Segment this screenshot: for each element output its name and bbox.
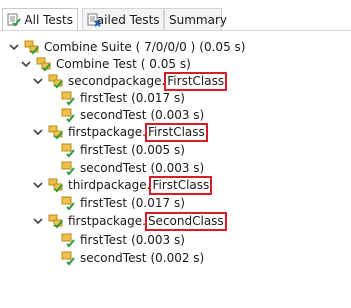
tab-summary[interactable]: Summary (164, 8, 227, 30)
tree-row-class[interactable]: firstpackage. SecondClass (32, 211, 227, 231)
tree-row-method[interactable]: firstTest (0.003 s) (60, 231, 185, 249)
class-pass-icon (48, 73, 64, 89)
method-time: (0.017 s) (131, 91, 185, 105)
method-name: firstTest (80, 233, 128, 247)
method-pass-icon (60, 107, 76, 123)
chevron-down-icon[interactable] (32, 75, 44, 87)
tab-label: All Tests (24, 13, 73, 27)
class-pass-icon (48, 177, 64, 193)
suite-time: (0.05 s) (199, 40, 246, 54)
tree-row-method[interactable]: firstTest (0.005 s) (60, 141, 185, 159)
test-results-tree: Combine Suite ( 7/0/0/0 ) (0.05 s) Combi… (0, 31, 351, 308)
tab-label: Failed Tests (91, 12, 160, 27)
method-time: (0.005 s) (131, 143, 185, 157)
chevron-down-icon[interactable] (32, 126, 44, 138)
tree-row-class[interactable]: firstpackage. FirstClass (32, 122, 208, 142)
class-package: firstpackage. (68, 125, 146, 139)
chevron-down-icon[interactable] (20, 58, 32, 70)
chevron-down-icon[interactable] (32, 179, 44, 191)
method-time: (0.017 s) (131, 196, 185, 210)
method-pass-icon (60, 160, 76, 176)
test-label: Combine Test (56, 57, 137, 71)
method-name: firstTest (80, 143, 128, 157)
class-pass-icon (48, 213, 64, 229)
chevron-down-icon[interactable] (32, 215, 44, 227)
class-name-highlight: SecondClass (144, 211, 227, 231)
method-name: secondTest (80, 251, 147, 265)
method-time: (0.003 s) (150, 161, 205, 175)
method-pass-icon (60, 232, 76, 248)
suite-pass-icon (24, 39, 40, 55)
all-tests-icon (7, 13, 21, 27)
class-package: secondpackage. (68, 74, 166, 88)
test-time: ( 0.05 s) (140, 57, 191, 71)
method-time: (0.002 s) (150, 251, 205, 265)
method-pass-icon (60, 195, 76, 211)
tree-row-method[interactable]: secondTest (0.003 s) (60, 159, 204, 177)
class-name-highlight: FirstClass (149, 175, 213, 195)
class-package: firstpackage. (68, 214, 146, 228)
method-time: (0.003 s) (131, 233, 185, 247)
tree-row-suite[interactable]: Combine Suite ( 7/0/0/0 ) (0.05 s) (8, 38, 245, 56)
tree-row-test[interactable]: Combine Test ( 0.05 s) (20, 55, 191, 73)
method-pass-icon (60, 90, 76, 106)
tab-label: Summary (169, 12, 227, 27)
class-package: thirdpackage. (68, 178, 151, 192)
test-pass-icon (36, 56, 52, 72)
class-name-highlight: FirstClass (144, 122, 208, 142)
tree-row-method[interactable]: firstTest (0.017 s) (60, 194, 185, 212)
method-pass-icon (60, 142, 76, 158)
method-name: firstTest (80, 196, 128, 210)
method-pass-icon (60, 250, 76, 266)
method-name: firstTest (80, 91, 128, 105)
suite-label: Combine Suite ( 7/0/0/0 ) (44, 40, 196, 54)
tab-failed-tests[interactable]: Failed Tests (82, 8, 164, 30)
class-name-highlight: FirstClass (164, 71, 228, 91)
class-pass-icon (48, 124, 64, 140)
tab-bar: All Tests Failed Tests Summary (0, 0, 351, 31)
chevron-down-icon[interactable] (8, 41, 20, 53)
tree-row-method[interactable]: secondTest (0.003 s) (60, 106, 204, 124)
method-name: secondTest (80, 161, 147, 175)
method-time: (0.003 s) (150, 108, 205, 122)
method-name: secondTest (80, 108, 147, 122)
tree-row-method[interactable]: firstTest (0.017 s) (60, 89, 185, 107)
tab-all-tests[interactable]: All Tests (2, 8, 78, 31)
tree-row-class[interactable]: secondpackage. FirstClass (32, 71, 228, 91)
tree-row-method[interactable]: secondTest (0.002 s) (60, 249, 204, 267)
tree-row-class[interactable]: thirdpackage. FirstClass (32, 175, 213, 195)
